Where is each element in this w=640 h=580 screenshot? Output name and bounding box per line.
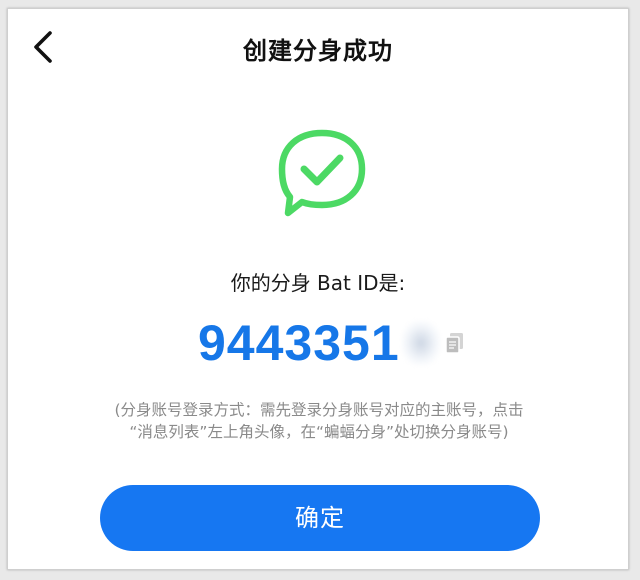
- bat-id-value: 9443351: [198, 315, 400, 371]
- bat-id-row: 9443351: [198, 311, 466, 375]
- chat-bubble-checkmark-icon: [278, 129, 366, 217]
- hint-line: (分身账号登录方式：需先登录分身账号对应的主账号，点击: [114, 401, 524, 419]
- login-method-hint: (分身账号登录方式：需先登录分身账号对应的主账号，点击 “消息列表”左上角头像，…: [48, 399, 590, 443]
- navigation-bar: 创建分身成功: [8, 9, 628, 87]
- confirm-button[interactable]: 确定: [100, 485, 540, 551]
- redacted-id-digits: [401, 321, 440, 365]
- success-icon: [276, 127, 368, 219]
- bat-id-caption: 你的分身 Bat ID是:: [230, 271, 406, 295]
- app-screen: 创建分身成功 你的分身 Bat ID是: 9443351 (分身账号登录方式：需…: [7, 8, 629, 570]
- hint-line: “消息列表”左上角头像，在“蝙蝠分身”处切换分身账号): [129, 423, 509, 441]
- page-title: 创建分身成功: [243, 37, 393, 65]
- copy-icon[interactable]: [444, 331, 466, 355]
